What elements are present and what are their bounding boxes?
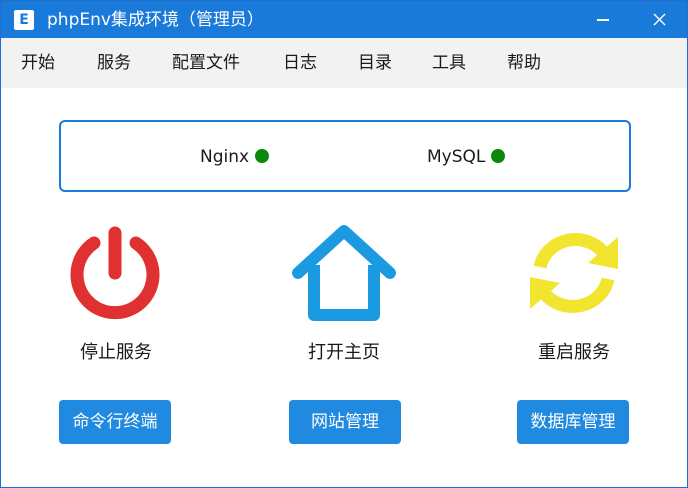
status-dot-icon — [491, 149, 506, 163]
close-icon — [653, 13, 666, 26]
minimize-icon — [597, 19, 609, 21]
home-icon — [292, 225, 396, 321]
menu-start[interactable]: 开始 — [21, 52, 55, 74]
service-status-panel: Nginx MySQL — [59, 120, 631, 192]
power-icon — [70, 226, 160, 320]
minimize-button[interactable] — [581, 1, 625, 38]
title-bar: E phpEnv集成环境（管理员） — [1, 1, 687, 38]
menu-help[interactable]: 帮助 — [507, 52, 541, 74]
refresh-icon — [530, 233, 618, 313]
terminal-button[interactable]: 命令行终端 — [59, 400, 171, 444]
open-homepage-action[interactable] — [274, 223, 414, 323]
database-management-button[interactable]: 数据库管理 — [517, 400, 629, 444]
service-nginx-label: Nginx — [200, 147, 250, 167]
app-window: E phpEnv集成环境（管理员） 开始 服务 配置文件 日志 目录 工具 帮助… — [0, 0, 688, 488]
restart-service-label[interactable]: 重启服务 — [533, 341, 615, 365]
app-logo-letter: E — [19, 12, 29, 28]
menu-tools[interactable]: 工具 — [432, 52, 466, 74]
menu-logs[interactable]: 日志 — [283, 52, 317, 74]
site-management-button[interactable]: 网站管理 — [289, 400, 401, 444]
menu-bar: 开始 服务 配置文件 日志 目录 工具 帮助 — [1, 38, 687, 88]
window-title: phpEnv集成环境（管理员） — [47, 10, 264, 30]
restart-service-action[interactable] — [504, 223, 644, 323]
menu-directories[interactable]: 目录 — [358, 52, 392, 74]
app-logo-icon: E — [14, 10, 34, 30]
open-homepage-label[interactable]: 打开主页 — [303, 341, 385, 365]
stop-service-label[interactable]: 停止服务 — [75, 341, 157, 365]
service-mysql-label: MySQL — [427, 147, 486, 167]
status-dot-icon — [255, 149, 270, 163]
service-mysql: MySQL — [427, 146, 506, 168]
stop-service-action[interactable] — [45, 223, 185, 323]
close-button[interactable] — [637, 1, 681, 38]
menu-services[interactable]: 服务 — [97, 52, 131, 74]
menu-config-files[interactable]: 配置文件 — [172, 52, 240, 74]
service-nginx: Nginx — [200, 146, 270, 168]
